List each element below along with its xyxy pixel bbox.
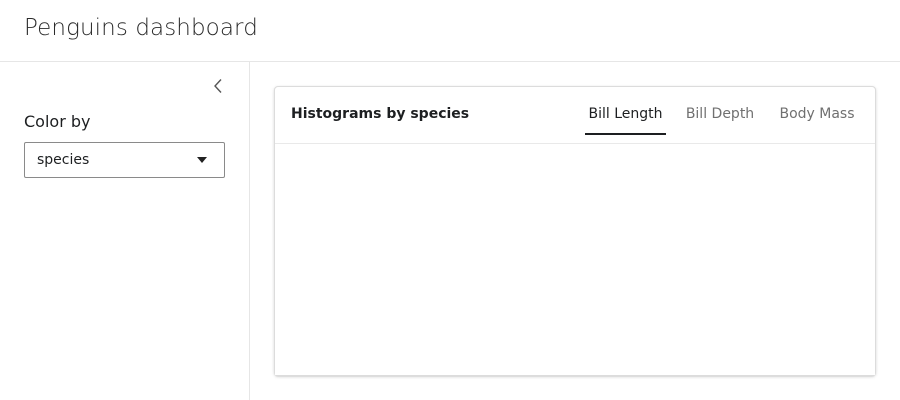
sidebar: Color by species: [0, 62, 250, 400]
tab-label: Bill Depth: [685, 106, 755, 122]
page-title: Penguins dashboard: [24, 15, 258, 41]
tab-body-mass[interactable]: Body Mass: [774, 105, 860, 135]
caret-down-icon: [197, 157, 207, 163]
tab-label: Bill Length: [588, 106, 663, 122]
tab-bill-length[interactable]: Bill Length: [585, 105, 666, 135]
sidebar-collapse-button[interactable]: [208, 76, 228, 96]
color-by-select[interactable]: species: [24, 142, 225, 178]
chevron-left-icon: [214, 79, 222, 93]
main-content: Histograms by species Bill Length Bill D…: [250, 62, 900, 400]
histogram-card: Histograms by species Bill Length Bill D…: [274, 86, 876, 376]
tab-list: Bill Length Bill Depth Body Mass: [275, 87, 875, 144]
tab-label: Body Mass: [779, 106, 855, 122]
app-header: Penguins dashboard: [0, 0, 900, 62]
color-by-label: Color by: [24, 112, 91, 131]
tab-bill-depth[interactable]: Bill Depth: [680, 105, 760, 135]
card-body: [275, 144, 875, 375]
select-value: species: [37, 152, 90, 168]
card-header: Histograms by species Bill Length Bill D…: [275, 87, 875, 144]
